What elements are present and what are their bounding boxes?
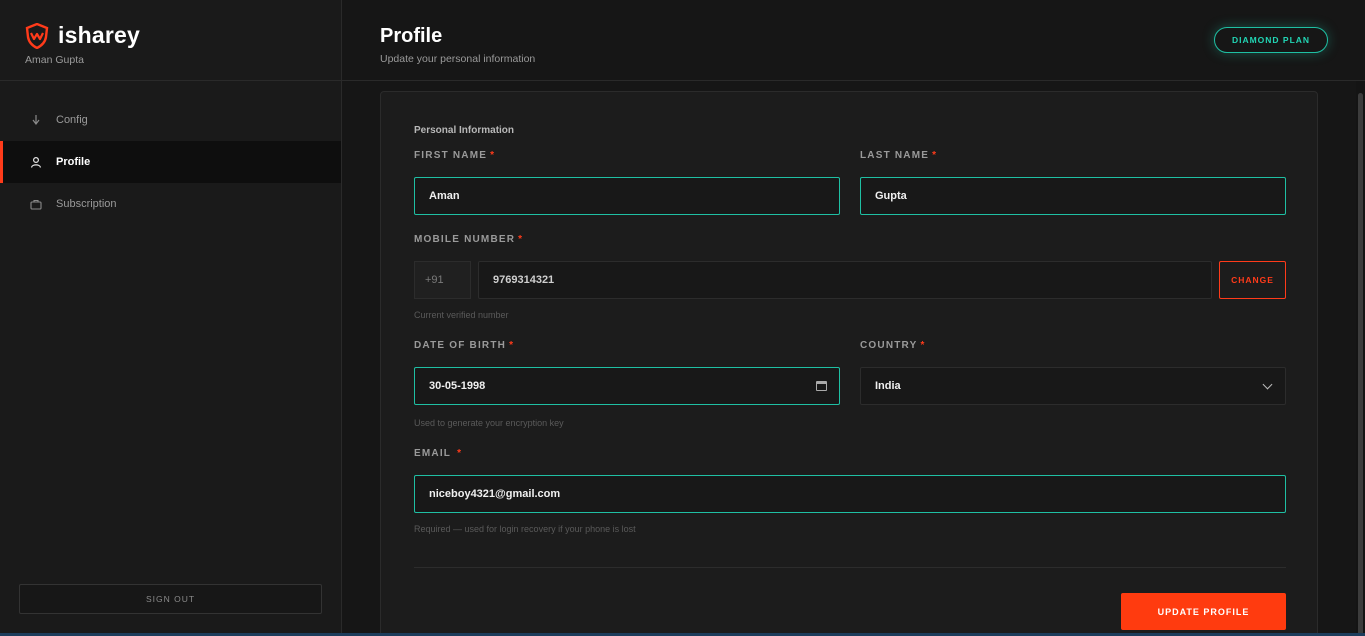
plan-badge[interactable]: DIAMOND PLAN [1214,27,1328,53]
calendar-icon[interactable] [816,381,827,391]
page-header: Profile Update your personal information… [342,0,1365,81]
mobile-number-input[interactable]: 9769314321 [478,261,1212,299]
mobile-label: MOBILE NUMBER * [414,234,523,245]
required-marker: * [920,340,926,351]
email-input[interactable]: niceboy4321@gmail.com [414,475,1286,513]
form-divider [414,567,1286,568]
sidebar-item-profile[interactable]: Profile [0,141,341,183]
dob-input[interactable]: 30-05-1998 [414,367,840,405]
sidebar-item-config[interactable]: Config [0,99,341,141]
required-marker: * [509,340,515,351]
user-icon [30,156,42,168]
sidebar: isharey Aman Gupta Config Profile Subscr… [0,0,342,636]
scrollbar-thumb[interactable] [1358,93,1363,636]
mobile-label-text: MOBILE NUMBER [414,234,516,245]
page-title: Profile [380,25,443,47]
email-hint: Required — used for login recovery if yo… [414,524,636,534]
dob-label: DATE OF BIRTH * [414,340,514,351]
first-name-label-text: FIRST NAME [414,150,488,161]
shield-logo-icon [25,22,49,49]
change-mobile-button[interactable]: CHANGE [1219,261,1286,299]
required-marker: * [490,150,496,161]
country-code-prefix: +91 [414,261,471,299]
first-name-input[interactable]: Aman [414,177,840,215]
sidebar-item-label: Subscription [56,198,117,210]
brand-row: isharey [25,22,341,49]
last-name-input[interactable]: Gupta [860,177,1286,215]
sidebar-item-label: Config [56,114,88,126]
brand-name: isharey [58,22,140,48]
last-name-label: LAST NAME * [860,150,937,161]
briefcase-icon [30,198,42,210]
section-title: Personal Information [414,125,515,136]
dob-value: 30-05-1998 [429,380,486,392]
email-label-text: EMAIL [414,448,452,459]
country-label: COUNTRY * [860,340,926,351]
country-label-text: COUNTRY [860,340,918,351]
profile-form-card: Personal Information FIRST NAME * Aman LA… [380,91,1318,636]
first-name-label: FIRST NAME * [414,150,495,161]
config-icon [30,114,42,126]
sidebar-item-subscription[interactable]: Subscription [0,183,341,225]
page-subtitle: Update your personal information [380,53,536,65]
scrollbar[interactable] [1356,81,1365,636]
sidebar-nav: Config Profile Subscription [0,81,341,225]
sign-out-button[interactable]: SIGN OUT [19,584,322,614]
brand-header: isharey Aman Gupta [0,0,341,81]
mobile-hint: Current verified number [414,310,509,320]
dob-label-text: DATE OF BIRTH [414,340,507,351]
required-marker: * [457,448,463,459]
dob-hint: Used to generate your encryption key [414,418,564,428]
country-value: India [875,380,901,392]
last-name-label-text: LAST NAME [860,150,930,161]
email-label: EMAIL * [414,448,462,459]
required-marker: * [932,150,938,161]
brand-user-name: Aman Gupta [25,54,84,66]
chevron-down-icon [1262,379,1273,390]
sidebar-item-label: Profile [56,156,91,168]
update-profile-button[interactable]: UPDATE PROFILE [1121,593,1286,630]
app-root: isharey Aman Gupta Config Profile Subscr… [0,0,1365,636]
required-marker: * [518,234,524,245]
country-select[interactable]: India [860,367,1286,405]
